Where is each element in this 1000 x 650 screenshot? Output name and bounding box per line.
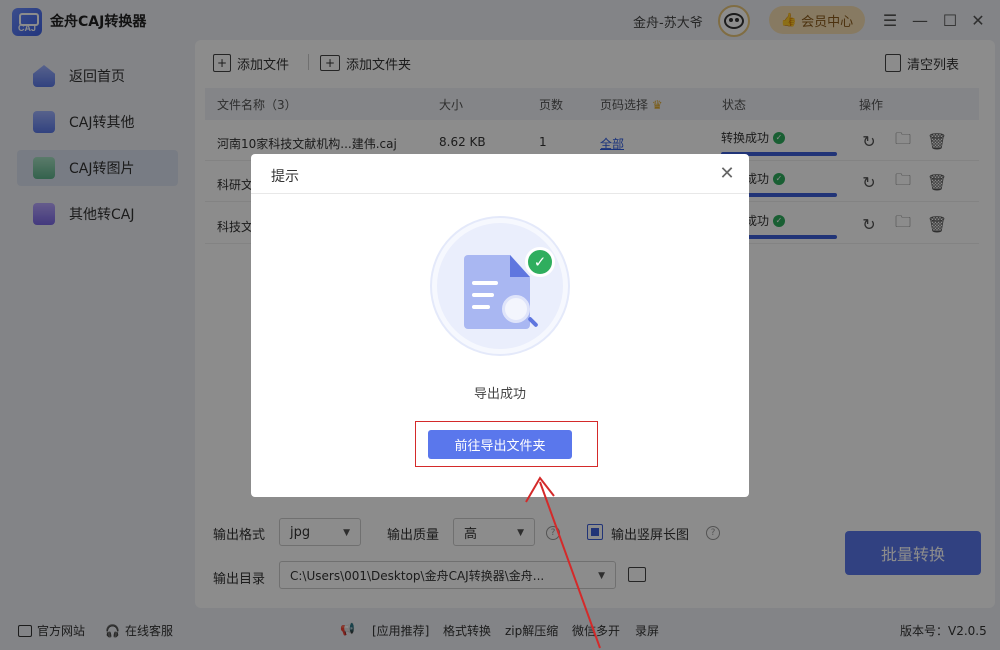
open-export-folder-button[interactable]: 前往导出文件夹 — [428, 430, 572, 459]
dialog-title: 提示 — [271, 169, 299, 185]
check-badge-icon: ✓ — [525, 247, 555, 277]
document-line — [472, 281, 498, 285]
magnifier-icon — [502, 295, 530, 323]
document-line — [472, 293, 494, 297]
arrow-shaft — [539, 481, 601, 649]
arrow-head — [525, 476, 555, 503]
dialog-message: 导出成功 — [473, 387, 526, 402]
document-line — [472, 305, 490, 309]
dialog-header: 提示 ✕ — [251, 154, 749, 194]
close-icon[interactable]: ✕ — [717, 163, 737, 184]
export-success-dialog: 提示 ✕ ✓ 导出成功 前往导出文件夹 — [251, 154, 749, 497]
success-illustration: ✓ — [432, 218, 568, 354]
annotation-arrow-icon — [525, 476, 601, 649]
